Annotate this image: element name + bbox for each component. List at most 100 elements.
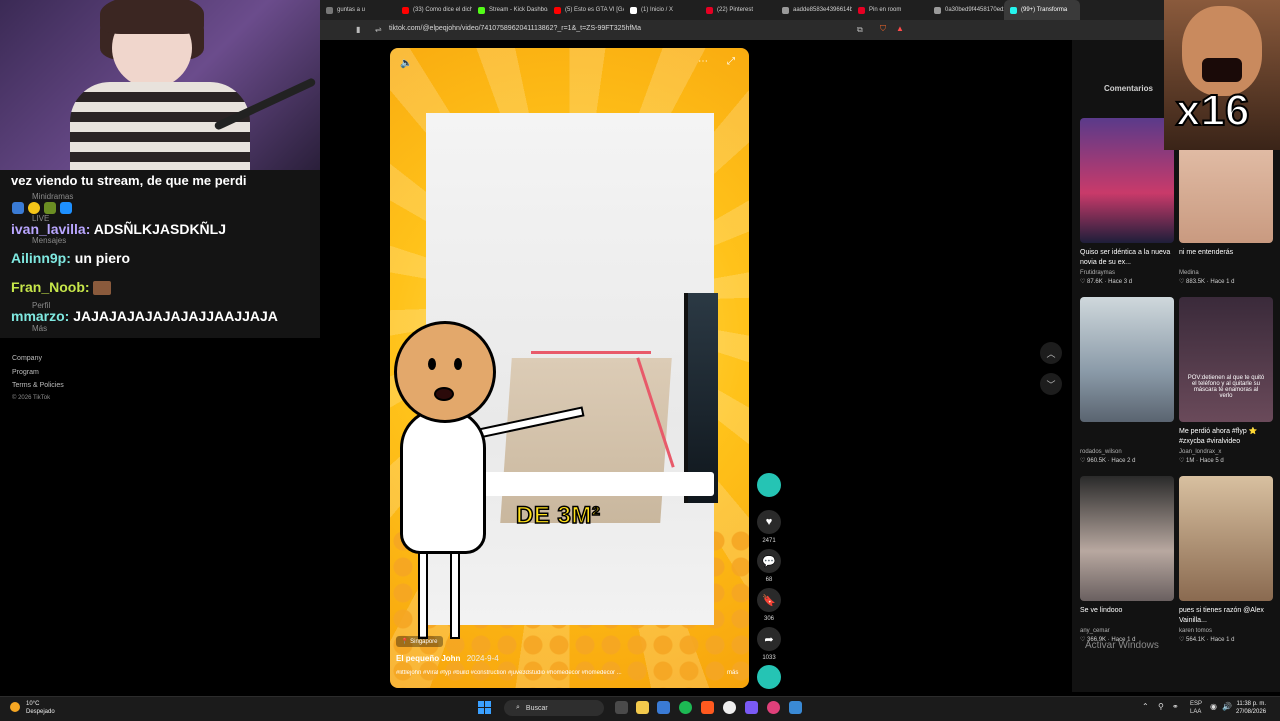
video-thumbnail[interactable] xyxy=(1080,118,1174,243)
card-author[interactable]: Joan_londrax_x xyxy=(1179,449,1273,455)
footer-link-company[interactable]: Company xyxy=(12,355,42,362)
music-disc-icon[interactable] xyxy=(757,665,781,689)
chevron-up-icon: ︿ xyxy=(1046,348,1056,359)
footer-link-terms[interactable]: Terms & Policies xyxy=(12,382,64,389)
card-title[interactable]: ni me entenderás xyxy=(1179,248,1273,268)
ghost-menu-item: Más xyxy=(32,324,48,333)
browser-tab[interactable]: 0a30bed9f4458170ed2 xyxy=(928,0,1004,20)
weather-temp: 10°C xyxy=(26,701,40,707)
comment-action[interactable]: 💬 68 xyxy=(757,549,781,583)
url-text[interactable]: tiktok.com/@elpeqjohn/video/741075896204… xyxy=(389,25,641,32)
save-count: 306 xyxy=(763,616,774,622)
obs-icon[interactable] xyxy=(723,701,736,714)
browser-tab[interactable]: Stream - Kick Dashboard xyxy=(472,0,548,20)
expand-icon[interactable]: ⤢ xyxy=(727,56,735,67)
video-player[interactable]: DE 3M² 🔈 ⋯ ⤢ 📍 Singapore El pequeño John… xyxy=(390,48,749,688)
card-title[interactable]: pues si tienes razón @Alex Vainilla... xyxy=(1179,606,1273,626)
browser-tab[interactable]: (1) Inicio / X xyxy=(624,0,700,20)
windows-start-icon[interactable] xyxy=(478,701,491,714)
video-hashtags[interactable]: #littlejohn #Viral #fyp #build #construc… xyxy=(396,670,686,676)
browser-tab[interactable]: guntas a u xyxy=(320,0,396,20)
bookmark-icon[interactable]: ▮ xyxy=(356,25,360,34)
recommended-video-card[interactable]: Quiso ser idéntica a la nueva novia de s… xyxy=(1080,118,1174,285)
location-text: Singapore xyxy=(410,639,438,645)
browser-tab[interactable]: (22) Pinterest xyxy=(700,0,776,20)
usb-tray-icon[interactable]: ⚭ xyxy=(1172,702,1179,711)
video-thumbnail[interactable]: POV:detienen al que te quitó el teléfono… xyxy=(1179,297,1273,422)
task-view-icon[interactable] xyxy=(615,701,628,714)
comments-tab[interactable]: Comentarios xyxy=(1104,84,1153,93)
card-age: Hace 1 d xyxy=(1210,279,1235,285)
card-author[interactable]: Frutidraymas xyxy=(1080,270,1174,276)
browser-tab[interactable]: (99+) Transforma xyxy=(1004,0,1080,20)
video-thumbnail[interactable] xyxy=(1080,476,1174,601)
brave-shield-icon[interactable]: ⛉ xyxy=(880,24,886,34)
video-author[interactable]: El pequeño John xyxy=(396,654,460,663)
cartoon-eye xyxy=(454,358,462,370)
language-indicator[interactable]: ESP LAA xyxy=(1190,700,1202,716)
site-info-icon[interactable]: ⇌ xyxy=(375,25,382,34)
browser-tab[interactable]: aadde8583e4396614b7 xyxy=(776,0,852,20)
location-tray-icon[interactable]: ⚲ xyxy=(1158,702,1164,711)
next-video-button[interactable]: ﹀ xyxy=(1040,373,1062,395)
avatar-icon[interactable] xyxy=(757,473,781,497)
more-options-icon[interactable]: ⋯ xyxy=(698,56,708,67)
card-title[interactable]: Se ve lindooo xyxy=(1080,606,1174,626)
see-more-link[interactable]: más xyxy=(727,670,738,676)
translate-icon[interactable]: ⧉ xyxy=(857,25,863,35)
tray-chevron-icon[interactable]: ⌃ xyxy=(1142,702,1149,711)
card-author[interactable]: karen tomos xyxy=(1179,628,1273,634)
card-title[interactable]: Me perdió ahora #flyp ⭐ #zxycba #viralvi… xyxy=(1179,427,1273,447)
video-date: 2024-9-4 xyxy=(466,654,499,663)
share-icon[interactable]: ➦ xyxy=(757,627,781,651)
file-explorer-icon[interactable] xyxy=(636,701,649,714)
card-title[interactable]: Quiso ser idéntica a la nueva novia de s… xyxy=(1080,248,1174,268)
music-disc[interactable] xyxy=(757,665,781,689)
meme-overlay: x16 xyxy=(1164,0,1280,150)
app-icon[interactable] xyxy=(767,701,780,714)
tab-favicon-icon xyxy=(934,6,941,14)
card-author[interactable]: any_cemar xyxy=(1080,628,1174,634)
save-action[interactable]: 🔖 306 xyxy=(757,588,781,622)
heart-icon[interactable]: ♥ xyxy=(757,510,781,534)
comment-icon[interactable]: 💬 xyxy=(757,549,781,573)
steam-icon[interactable] xyxy=(789,701,802,714)
card-title[interactable] xyxy=(1080,427,1174,447)
weather-widget[interactable]: 10°C Despejado xyxy=(26,700,55,716)
system-clock[interactable]: 11:38 p. m. 27/08/2026 xyxy=(1236,700,1266,716)
browser-tab[interactable]: (33) Como dice el dicho xyxy=(396,0,472,20)
browser-tab[interactable]: (5) Esto es GTA VI [GAM xyxy=(548,0,624,20)
creator-avatar[interactable] xyxy=(757,473,781,497)
card-likes: 87.6K xyxy=(1087,279,1103,285)
recommended-video-card[interactable]: rodados_wilson ♡ 960.5K · Hace 2 d xyxy=(1080,297,1174,464)
card-stats: ♡ 960.5K · Hace 2 d xyxy=(1080,457,1174,464)
card-likes: 883.5K xyxy=(1186,279,1206,285)
rewards-icon[interactable]: ▲ xyxy=(896,24,904,33)
volume-tray-icon[interactable]: 🔊 xyxy=(1222,702,1232,711)
spotify-icon[interactable] xyxy=(679,701,692,714)
network-icon[interactable]: ◉ xyxy=(1210,702,1217,711)
card-author[interactable]: Medina xyxy=(1179,270,1273,276)
footer-link-program[interactable]: Program xyxy=(12,369,39,376)
twitch-icon[interactable] xyxy=(745,701,758,714)
heart-icon: ♡ xyxy=(1080,279,1088,285)
brave-icon[interactable] xyxy=(701,701,714,714)
video-thumbnail[interactable] xyxy=(1080,297,1174,422)
recommended-video-card[interactable]: Se ve lindooo any_cemar ♡ 366.9K · Hace 1 … xyxy=(1080,476,1174,643)
volume-icon[interactable]: 🔈 xyxy=(400,58,412,69)
previous-video-button[interactable]: ︿ xyxy=(1040,342,1062,364)
browser-tab[interactable]: Pin en room xyxy=(852,0,928,20)
recommended-video-card[interactable]: pues si tienes razón @Alex Vainilla... ka… xyxy=(1179,476,1273,643)
store-icon[interactable] xyxy=(657,701,670,714)
share-action[interactable]: ➦ 1033 xyxy=(757,627,781,661)
chat-text: JAJAJAJAJAJAJAJJAAJJAJA xyxy=(73,308,278,324)
chat-username: ivan_lavilla: xyxy=(11,221,91,237)
heart-icon: ♡ xyxy=(1179,637,1187,643)
video-thumbnail[interactable] xyxy=(1179,476,1273,601)
card-author[interactable]: rodados_wilson xyxy=(1080,449,1174,455)
recommended-video-card[interactable]: POV:detienen al que te quitó el teléfono… xyxy=(1179,297,1273,464)
chat-username: Ailinn9p: xyxy=(11,250,71,266)
taskbar-search[interactable]: ⌕ Buscar xyxy=(504,700,604,716)
like-action[interactable]: ♥ 2471 xyxy=(757,510,781,544)
bookmark-icon[interactable]: 🔖 xyxy=(757,588,781,612)
